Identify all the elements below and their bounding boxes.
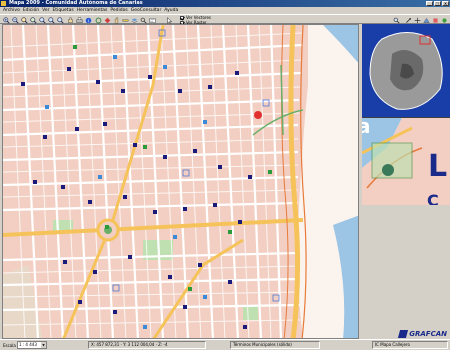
map-canvas[interactable] [2,24,359,339]
tool-b-icon[interactable] [413,16,421,24]
menu-edicion[interactable]: Edición [23,7,39,14]
island-overview[interactable] [362,24,450,117]
info-icon[interactable]: i [84,16,92,24]
scale-value: 1 : 4 443 [19,342,37,347]
zoom-previous-icon[interactable] [38,16,46,24]
measure-icon[interactable] [121,16,129,24]
zoom-extent-icon[interactable] [29,16,37,24]
toolbar: i Ver Vectores Ver Raster [0,14,450,25]
layer-panel: IC Mapa Callejero [372,341,448,349]
detail-letter: L [428,149,447,184]
menu-ver[interactable]: Ver [42,7,49,14]
logo-text: GRAFCAN [409,330,447,338]
overview-map[interactable] [362,24,450,117]
maximize-button[interactable]: □ [434,1,441,6]
detail-letter: C [427,191,439,205]
municipio-panel: Términos Municipales (sólido) [230,341,320,349]
search-icon[interactable] [392,16,400,24]
tool-c-icon[interactable] [422,16,430,24]
grafcan-logo: GRAFCAN [398,330,447,338]
app-icon [1,1,6,6]
zoom-full-icon[interactable] [56,16,64,24]
window-title: Mapa 2009 - Comunidad Autónoma de Canari… [9,0,143,6]
street-map[interactable] [3,25,359,339]
status-bar: Escala 1 : 4 443 ▼ X: 457 872,31 · Y: 3 … [0,339,450,350]
coords-text: X: 457 872,31 · Y: 3 112 004,04 · Z: -4 [91,342,168,347]
detail-map[interactable]: L a C [362,117,450,205]
zoom-in-icon[interactable] [2,16,10,24]
title-bar: Mapa 2009 - Comunidad Autónoma de Canari… [0,0,450,7]
layers-icon[interactable] [130,16,138,24]
svg-text:i: i [87,18,88,23]
municipio-text: Términos Municipales (sólido) [233,342,292,347]
tool-d-icon[interactable] [431,16,439,24]
navigate-icon[interactable] [103,16,111,24]
menu-pedidos[interactable]: Pedidos [110,7,127,14]
coords-readout: X: 457 872,31 · Y: 3 112 004,04 · Z: -4 [88,341,206,349]
menu-archivo[interactable]: Archivo [3,7,20,14]
scale-dropdown[interactable]: 1 : 4 443 ▼ [17,341,47,349]
menu-bar: Archivo Edición Ver Etiquetas Herramient… [0,7,450,14]
logo-mark [398,330,409,338]
tool-a-icon[interactable] [404,16,412,24]
select-icon[interactable] [165,16,173,24]
side-panel: GRAFCAN [362,205,450,339]
zoom-out-icon[interactable] [11,16,19,24]
menu-herramientas[interactable]: Herramientas [77,7,108,14]
close-button[interactable]: × [442,1,449,6]
scale-label: Escala [3,343,16,348]
menu-geoconsultar[interactable]: GeoConsultar [131,7,162,14]
zoom-next-icon[interactable] [47,16,55,24]
locator-map[interactable]: L a C [362,118,450,205]
chevron-down-icon[interactable]: ▼ [41,342,46,348]
pan-icon[interactable] [66,16,74,24]
menu-ayuda[interactable]: Ayuda [164,7,178,14]
zoom-window-icon[interactable] [20,16,28,24]
checkbox-box[interactable] [180,15,184,20]
tool-e-icon[interactable] [440,16,448,24]
label-icon[interactable] [148,16,156,24]
print-icon[interactable] [75,16,83,24]
menu-etiquetas[interactable]: Etiquetas [52,7,73,14]
minimize-button[interactable]: _ [426,1,433,6]
refresh-icon[interactable] [94,16,102,24]
layer-text: IC Mapa Callejero [375,342,410,347]
search-icon[interactable] [139,16,147,24]
hand-icon[interactable] [112,16,120,24]
detail-letter: a [362,118,371,138]
